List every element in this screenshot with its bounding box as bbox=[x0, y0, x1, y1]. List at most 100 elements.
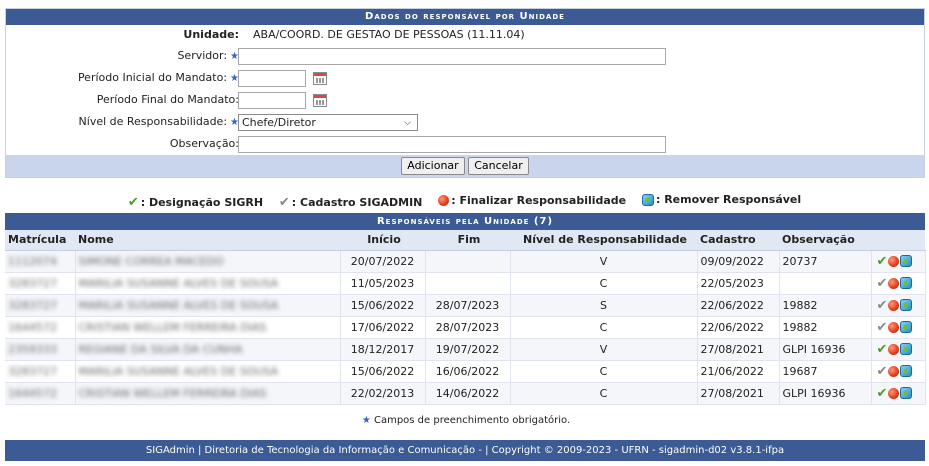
table-row: 3283727 MARILIA SUSANNE ALVES DE SOUSA 15/… bbox=[5, 360, 926, 383]
chevron-down-icon: ⌵ bbox=[404, 117, 411, 128]
col-fim: Fim bbox=[425, 230, 510, 251]
cell-nivel: C bbox=[599, 276, 608, 290]
cell-inicio: 20/07/2022 bbox=[350, 254, 415, 268]
cell-matricula: 3283727 bbox=[8, 298, 57, 312]
cell-nome: MARILIA SUSANNE ALVES DE SOUSA bbox=[78, 298, 279, 312]
cell-fim: 16/06/2022 bbox=[435, 364, 500, 378]
cell-inicio: 11/05/2023 bbox=[350, 276, 415, 290]
legend-finalizar: : Finalizar Responsabilidade bbox=[451, 193, 627, 207]
finalize-icon bbox=[438, 194, 450, 206]
form-button-bar: Adicionar Cancelar bbox=[6, 155, 924, 177]
required-star-icon: ★ bbox=[361, 415, 371, 426]
cell-observacao: GLPI 16936 bbox=[782, 342, 846, 356]
periodo-final-label: Período Final do Mandato: bbox=[96, 93, 239, 106]
finalize-icon[interactable] bbox=[888, 321, 900, 333]
calendar-icon[interactable] bbox=[312, 94, 327, 107]
cell-nivel: C bbox=[599, 320, 608, 334]
cell-fim: 19/07/2022 bbox=[435, 342, 500, 356]
cell-nome: REGIANE DA SILVA DA CUNHA bbox=[78, 342, 243, 356]
cell-observacao: 20737 bbox=[782, 254, 818, 268]
cell-nivel: C bbox=[599, 386, 608, 400]
cell-fim: 14/06/2022 bbox=[435, 386, 500, 400]
check-green-icon[interactable]: ✔ bbox=[877, 342, 888, 357]
calendar-icon[interactable] bbox=[312, 72, 327, 85]
list-caption: Responsáveis pela Unidade (7) bbox=[5, 213, 925, 230]
remove-icon[interactable] bbox=[900, 387, 913, 399]
remove-icon[interactable] bbox=[900, 343, 913, 355]
cell-matricula: 3283727 bbox=[8, 276, 57, 290]
cell-cadastro: 22/05/2023 bbox=[700, 276, 764, 290]
remove-icon[interactable] bbox=[900, 321, 913, 333]
nivel-select[interactable]: Chefe/Diretor ⌵ bbox=[238, 114, 418, 131]
cell-matricula: 3283727 bbox=[8, 364, 57, 378]
required-note: ★ Campos de preenchimento obrigatório. bbox=[0, 415, 929, 426]
unidade-value: ABA/COORD. DE GESTAO DE PESSOAS (11.11.0… bbox=[253, 28, 525, 41]
table-header-row: Matrícula Nome Início Fim Nível de Respo… bbox=[5, 230, 925, 251]
finalize-icon[interactable] bbox=[888, 343, 900, 355]
table-row: 2359333 REGIANE DA SILVA DA CUNHA 18/12/20… bbox=[5, 338, 926, 361]
responsaveis-list: Responsáveis pela Unidade (7) Matrícula … bbox=[5, 213, 926, 405]
check-green-icon[interactable]: ✔ bbox=[877, 386, 888, 401]
cell-inicio: 18/12/2017 bbox=[350, 342, 415, 356]
nivel-selected-value: Chefe/Diretor bbox=[242, 116, 316, 129]
check-gray-icon[interactable]: ✔ bbox=[877, 276, 888, 291]
cell-nivel: V bbox=[599, 342, 608, 356]
responsaveis-table: Matrícula Nome Início Fim Nível de Respo… bbox=[5, 230, 926, 405]
remove-icon[interactable] bbox=[900, 299, 913, 311]
servidor-input[interactable] bbox=[238, 48, 666, 65]
nivel-label: Nível de Responsabilidade: bbox=[78, 115, 228, 128]
cell-inicio: 17/06/2022 bbox=[350, 320, 415, 334]
cell-matricula: 1644572 bbox=[8, 386, 57, 400]
periodo-inicial-input[interactable] bbox=[238, 70, 306, 87]
cell-observacao: 19687 bbox=[782, 364, 818, 378]
legend-remover: : Remover Responsável bbox=[655, 193, 802, 206]
observacao-input[interactable] bbox=[238, 136, 666, 153]
check-gray-icon[interactable]: ✔ bbox=[877, 320, 888, 335]
remove-icon[interactable] bbox=[900, 255, 913, 267]
observacao-label: Observação: bbox=[169, 137, 239, 150]
col-cadastro: Cadastro bbox=[697, 230, 779, 251]
unidade-row: Unidade: ABA/COORD. DE GESTAO DE PESSOAS… bbox=[6, 25, 924, 45]
cell-nivel: S bbox=[600, 298, 607, 312]
add-button[interactable]: Adicionar bbox=[401, 157, 465, 175]
periodo-inicial-row: Período Inicial do Mandato: ★ bbox=[6, 67, 924, 89]
unidade-label: Unidade: bbox=[183, 28, 239, 41]
col-actions bbox=[871, 230, 925, 251]
cell-fim: 28/07/2023 bbox=[435, 320, 500, 334]
check-green-icon[interactable]: ✔ bbox=[877, 254, 888, 269]
table-row: 3283727 MARILIA SUSANNE ALVES DE SOUSA 11/… bbox=[5, 272, 926, 295]
finalize-icon[interactable] bbox=[888, 365, 900, 377]
finalize-icon[interactable] bbox=[888, 387, 900, 399]
table-row: 1644572 CRISTIAN WELLEM FERREIRA DIAS 22/0… bbox=[5, 382, 926, 405]
remove-icon bbox=[641, 193, 654, 206]
table-row: 3283727 MARILIA SUSANNE ALVES DE SOUSA 15/… bbox=[5, 294, 926, 317]
finalize-icon[interactable] bbox=[888, 299, 900, 311]
check-gray-icon: ✔ bbox=[278, 194, 290, 210]
cell-nome: MARILIA SUSANNE ALVES DE SOUSA bbox=[78, 364, 279, 378]
observacao-row: Observação: bbox=[6, 133, 924, 155]
remove-icon[interactable] bbox=[900, 365, 913, 377]
cell-observacao: GLPI 16936 bbox=[782, 386, 846, 400]
cell-nome: CRISTIAN WELLEM FERREIRA DIAS bbox=[78, 386, 267, 400]
finalize-icon[interactable] bbox=[888, 255, 900, 267]
cell-nivel: V bbox=[599, 254, 608, 268]
remove-icon[interactable] bbox=[900, 277, 913, 289]
periodo-final-input[interactable] bbox=[238, 92, 306, 109]
cell-fim: 28/07/2023 bbox=[435, 298, 500, 312]
periodo-inicial-label: Período Inicial do Mandato: bbox=[77, 71, 228, 84]
responsavel-form: Dados do responsável por Unidade Unidade… bbox=[5, 8, 925, 178]
cancel-button[interactable]: Cancelar bbox=[468, 157, 529, 175]
cell-matricula: 1644572 bbox=[8, 320, 57, 334]
periodo-final-row: Período Final do Mandato: bbox=[6, 89, 924, 111]
check-gray-icon[interactable]: ✔ bbox=[877, 298, 888, 313]
col-inicio: Início bbox=[340, 230, 425, 251]
footer: SIGAdmin | Diretoria de Tecnologia da In… bbox=[5, 440, 925, 461]
cell-cadastro: 27/08/2021 bbox=[700, 386, 764, 400]
col-nome: Nome bbox=[75, 230, 340, 251]
form-caption: Dados do responsável por Unidade bbox=[6, 9, 924, 25]
table-row: 1644572 CRISTIAN WELLEM FERREIRA DIAS 17/0… bbox=[5, 316, 926, 339]
check-gray-icon[interactable]: ✔ bbox=[877, 364, 888, 379]
col-nivel: Nível de Responsabilidade bbox=[510, 230, 697, 251]
cell-nome: SIMONE CORREA MACEDO bbox=[78, 254, 224, 268]
finalize-icon[interactable] bbox=[888, 277, 900, 289]
